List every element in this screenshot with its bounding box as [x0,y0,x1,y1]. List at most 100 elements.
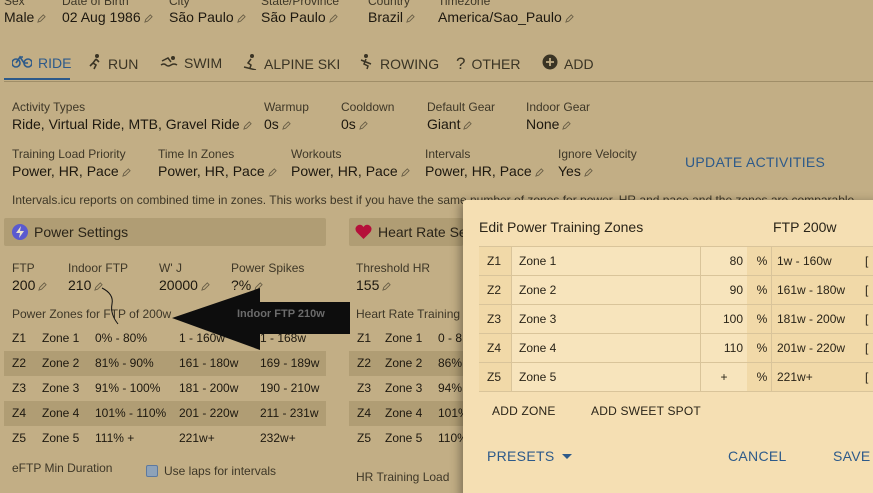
warmup-value[interactable]: 0s [264,116,291,132]
heart-rate-title: Heart Rate Se [378,224,467,240]
country-label: Country [368,0,411,8]
cooldown-value[interactable]: 0s [341,116,368,132]
zone-id: Z4 [487,341,502,355]
zone-name-input[interactable]: Zone 1 [511,247,701,275]
zone-range: 1w - 160w [771,247,859,275]
zone-id: Z4 [357,406,372,420]
add-zone-button[interactable]: ADD ZONE [492,404,556,418]
state-label: State/Province [261,0,340,8]
edit-pencil-icon[interactable] [236,14,246,23]
zone-editor-row: Z5 Zone 5 + % 221w+ [ [479,363,873,392]
zone-unit: % [756,254,768,268]
zone-name-input[interactable]: Zone 2 [511,276,701,304]
activity-types-value[interactable]: Ride, Virtual Ride, MTB, Gravel Ride [12,116,252,132]
ignore-velocity-value[interactable]: Yes [558,163,593,179]
use-laps-checkbox[interactable]: Use laps for intervals [146,464,276,478]
zone-unit: % [756,283,768,297]
power-settings-title: Power Settings [34,224,129,240]
add-sweet-spot-button[interactable]: ADD SWEET SPOT [591,404,701,418]
zone-watts: 221w+ [179,431,215,445]
zone-id: Z5 [357,431,372,445]
warmup-label: Warmup [264,100,309,114]
edit-pencil-icon[interactable] [37,14,47,23]
city-value[interactable]: São Paulo [169,9,246,25]
dob-value[interactable]: 02 Aug 1986 [62,9,153,25]
time-in-zones-value[interactable]: Power, HR, Pace [158,163,277,179]
tab-run[interactable]: RUN [88,54,138,73]
edit-pencil-icon[interactable] [562,121,572,130]
workouts-value[interactable]: Power, HR, Pace [291,163,410,179]
zone-editor-row: Z2 Zone 2 90 % 161w - 180w [ [479,276,873,305]
edit-pencil-icon[interactable] [242,121,252,130]
zone-id: Z1 [357,331,372,345]
presets-label: PRESETS [487,448,555,464]
zone-name: Zone 3 [385,381,423,395]
time-in-zones-label: Time In Zones [158,147,235,161]
zone-percent-input[interactable]: 110 [701,334,747,362]
zone-watts: 161 - 180w [179,356,239,370]
indoor-gear-value[interactable]: None [526,116,572,132]
threshold-hr-value[interactable]: 155 [356,277,392,293]
edit-pencil-icon[interactable] [328,14,338,23]
tab-alpine-ski[interactable]: ALPINE SKI [242,54,340,73]
zone-watts: 201 - 220w [179,406,239,420]
edit-pencil-icon[interactable] [534,168,544,177]
power-zone-row: Z5 Zone 5 111% + 221w+ 232w+ [4,426,326,451]
sex-value[interactable]: Male [4,9,47,25]
edit-pencil-icon[interactable] [281,121,291,130]
country-value[interactable]: Brazil [368,9,415,25]
checkbox-icon [146,465,158,477]
edit-pencil-icon[interactable] [382,282,392,291]
hr-zone-row: Z4 Zone 4 101% [349,401,469,426]
dob-label: Date of Birth [62,0,129,8]
sex-label: Sex [4,0,25,8]
edit-pencil-icon[interactable] [267,168,277,177]
edit-pencil-icon[interactable] [38,282,48,291]
cancel-button[interactable]: CANCEL [728,448,787,464]
default-gear-value[interactable]: Giant [427,116,473,132]
edit-pencil-icon[interactable] [400,168,410,177]
hr-zones-heading: Heart Rate Training Z [356,307,471,321]
zone-percent-input[interactable]: 100 [701,305,747,333]
bike-icon [11,54,33,71]
zone-percent-input[interactable]: 90 [701,276,747,304]
ftp-label: FTP [12,261,35,275]
indoor-ftp-value[interactable]: 210 [68,277,104,293]
state-value[interactable]: São Paulo [261,9,338,25]
zone-name-input[interactable]: Zone 3 [511,305,701,333]
edit-pencil-icon[interactable] [463,121,473,130]
timezone-value[interactable]: America/Sao_Paulo [438,9,574,25]
timezone-label: Timezone [438,0,491,8]
hr-zone-row: Z5 Zone 5 110% [349,426,468,451]
edit-pencil-icon[interactable] [121,168,131,177]
edit-pencil-icon[interactable] [406,14,415,23]
zone-range: 221w+ [771,363,859,391]
zone-range: 201w - 220w [771,334,859,362]
ftp-value[interactable]: 200 [12,277,48,293]
zone-indoor-watts: 232w+ [260,431,296,445]
save-button[interactable]: SAVE [833,448,871,464]
zone-percent-input[interactable]: + [701,363,747,391]
edit-pencil-icon[interactable] [143,14,153,23]
training-load-priority-value[interactable]: Power, HR, Pace [12,163,131,179]
power-spikes-label: Power Spikes [231,261,305,275]
tab-ride[interactable]: RIDE [11,54,71,71]
tab-other[interactable]: ? OTHER [456,54,520,74]
intervals-value[interactable]: Power, HR, Pace [425,163,544,179]
edit-pencil-icon[interactable] [564,14,574,23]
tab-swim[interactable]: SWIM [160,54,222,71]
threshold-hr-label: Threshold HR [356,261,431,275]
row-bracket-icon: [ [865,341,869,355]
tab-add[interactable]: ADD [542,54,594,73]
zone-name-input[interactable]: Zone 4 [511,334,701,362]
zone-indoor-watts: 211 - 231w [260,406,319,420]
tab-rowing[interactable]: ROWING [358,54,439,73]
zone-id: Z2 [487,283,502,297]
presets-button[interactable]: PRESETS [487,448,572,464]
update-activities-button[interactable]: UPDATE ACTIVITIES [685,154,825,170]
zone-percent-input[interactable]: 80 [701,247,747,275]
edit-pencil-icon[interactable] [358,121,368,130]
zone-name-input[interactable]: Zone 5 [511,363,701,391]
zone-unit: % [756,312,768,326]
edit-pencil-icon[interactable] [584,168,593,177]
